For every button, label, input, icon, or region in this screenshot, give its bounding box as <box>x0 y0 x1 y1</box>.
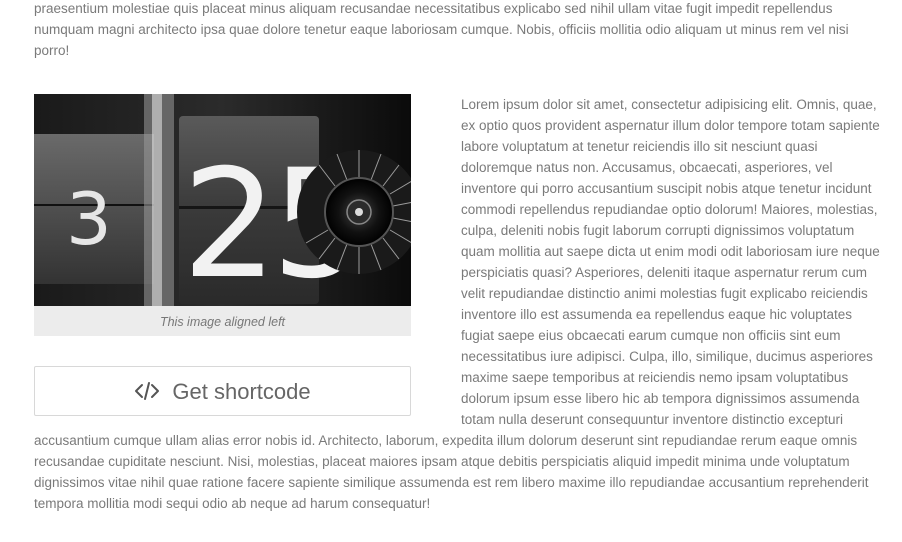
side-digit: 3 <box>66 177 112 261</box>
image-figure: 3 25 This image aligned left <box>34 94 411 336</box>
intro-paragraph: praesentium molestiae quis placeat minus… <box>34 1 849 58</box>
left-aligned-figure-block: 3 25 This image aligned left Get shortco… <box>34 94 411 416</box>
get-shortcode-label: Get shortcode <box>172 378 311 404</box>
get-shortcode-button[interactable]: Get shortcode <box>34 366 411 416</box>
article-content: praesentium molestiae quis placeat minus… <box>34 0 882 514</box>
flip-clock-image: 3 25 <box>34 94 411 306</box>
figure-caption: This image aligned left <box>159 315 286 329</box>
code-icon <box>135 382 160 400</box>
